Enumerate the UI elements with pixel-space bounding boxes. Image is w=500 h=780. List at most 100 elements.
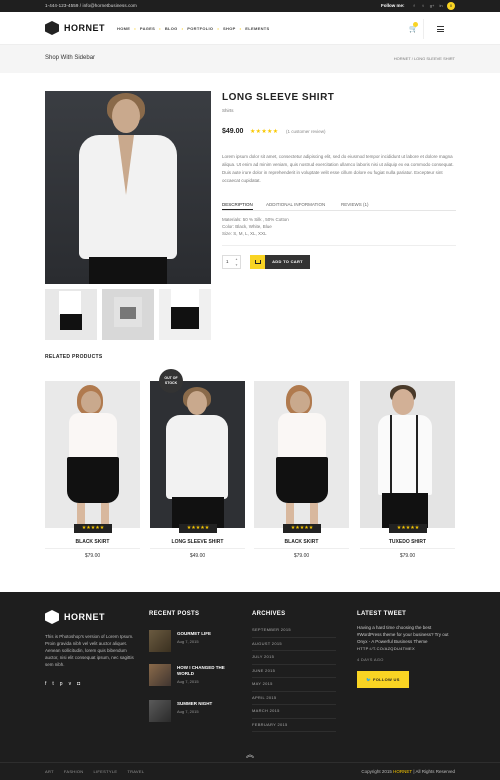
related-product-image[interactable] bbox=[360, 381, 455, 528]
top-bar: 1-444-123-4559 / info@hornetbusiness.com… bbox=[0, 0, 500, 12]
cart-icon[interactable]: 🛒 bbox=[409, 22, 418, 33]
twitter-icon[interactable]: t bbox=[52, 681, 53, 687]
tab-reviews[interactable]: REVIEWS (1) bbox=[341, 202, 369, 207]
breadcrumb[interactable]: HORNET / LONG SLEEVE SHIRT bbox=[394, 56, 455, 61]
header: HORNET HOME • PAGES • BLOG • PORTFOLIO • SHO… bbox=[0, 12, 500, 45]
follow-us-button[interactable]: 🐦 FOLLOW US bbox=[357, 671, 409, 688]
footer-link-lifestyle[interactable]: LIFESTYLE bbox=[94, 769, 118, 774]
product-specs: Materials: 50 % Silk , 50% Cotton Color:… bbox=[222, 216, 289, 237]
contact-info: 1-444-123-4559 / info@hornetbusiness.com bbox=[45, 3, 137, 8]
product-reviews-link[interactable]: (1 customer review) bbox=[286, 129, 326, 134]
flickr-icon[interactable]: ◘ bbox=[77, 681, 80, 687]
post-title[interactable]: HOW I CHANGED THE WORLD bbox=[177, 665, 237, 677]
twitter-icon[interactable]: t bbox=[419, 2, 427, 10]
recent-posts-title: RECENT POSTS bbox=[149, 611, 200, 617]
footer: HORNET This is Photoshop's version of Lo… bbox=[0, 592, 500, 780]
archive-link[interactable]: JUNE 2015 bbox=[252, 665, 336, 678]
footer-bottom-bar: ART FASHION LIFESTYLE TRAVEL Copyright 2… bbox=[0, 762, 500, 780]
post-thumbnail[interactable] bbox=[149, 664, 171, 686]
archive-link[interactable]: APRIL 2015 bbox=[252, 692, 336, 705]
logo[interactable]: HORNET bbox=[45, 21, 105, 35]
related-product-price: $79.00 bbox=[84, 553, 101, 559]
footer-link-travel[interactable]: TRAVEL bbox=[127, 769, 144, 774]
divider bbox=[222, 245, 456, 246]
quantity-stepper[interactable]: 1 ▲ ▼ bbox=[222, 255, 241, 269]
recent-post[interactable]: SUMMER NIGHT Aug 7, 2015 bbox=[149, 700, 239, 722]
pinterest-icon[interactable]: p bbox=[60, 681, 63, 687]
nav-elements[interactable]: ELEMENTS bbox=[245, 26, 269, 31]
product-price: $49.00 bbox=[222, 128, 244, 135]
cart-badge bbox=[413, 22, 418, 27]
product-category[interactable]: Shirts bbox=[222, 108, 234, 113]
product-description: Lorem ipsum dolor sit amet, consectetur … bbox=[222, 154, 454, 183]
archives-title: ARCHIVES bbox=[252, 611, 286, 617]
top-cart-count[interactable]: 0 bbox=[447, 2, 455, 10]
out-of-stock-badge: OUT OF STOCK bbox=[159, 369, 183, 393]
thumbnail-3[interactable] bbox=[159, 289, 211, 340]
follow-us-label: FOLLOW US bbox=[373, 677, 400, 682]
related-product-price: $79.00 bbox=[399, 553, 416, 559]
archive-link[interactable]: MAY 2015 bbox=[252, 678, 336, 692]
recent-post[interactable]: HOW I CHANGED THE WORLD Aug 7, 2015 bbox=[149, 664, 239, 686]
product-tabs: DESCRIPTION ADDITIONAL INFORMATION REVIE… bbox=[222, 200, 456, 211]
related-product-name[interactable]: BLACK SKIRT bbox=[254, 539, 349, 545]
vimeo-icon[interactable]: v bbox=[69, 681, 72, 687]
nav-home[interactable]: HOME bbox=[117, 26, 130, 31]
menu-icon[interactable] bbox=[437, 26, 444, 32]
footer-brand: HORNET bbox=[64, 612, 105, 622]
google-plus-icon[interactable]: g+ bbox=[428, 2, 436, 10]
product-main-image[interactable] bbox=[45, 91, 211, 284]
post-date: Aug 7, 2015 bbox=[177, 679, 199, 684]
rating-stars: ★★★★★ bbox=[389, 524, 427, 533]
twitter-icon: 🐦 bbox=[366, 677, 373, 682]
footer-about-text: This is Photoshop's version of Lorem Ips… bbox=[45, 634, 134, 667]
follow-me-label: Follow me: bbox=[381, 3, 405, 8]
related-product-name[interactable]: BLACK SKIRT bbox=[45, 539, 140, 545]
related-product-name[interactable]: LONG SLEEVE SHIRT bbox=[150, 539, 245, 545]
recent-post[interactable]: GOURMET LIFE Aug 7, 2015 bbox=[149, 630, 239, 652]
archive-link[interactable]: MARCH 2015 bbox=[252, 705, 336, 719]
quantity-value[interactable]: 1 bbox=[226, 259, 229, 264]
related-product-price: $79.00 bbox=[293, 553, 310, 559]
archive-link[interactable]: JULY 2015 bbox=[252, 651, 336, 665]
tweet-link[interactable]: HTTP://T.CO/AZQDU4TMEX bbox=[357, 646, 415, 651]
related-products-title: RELATED PRODUCTS bbox=[45, 354, 103, 360]
thumbnail-2[interactable] bbox=[102, 289, 154, 340]
footer-link-fashion[interactable]: FASHION bbox=[64, 769, 84, 774]
rating-stars: ★★★★★ bbox=[74, 524, 112, 533]
scroll-to-top-icon[interactable]: ︽ bbox=[246, 749, 254, 760]
nav-portfolio[interactable]: PORTFOLIO bbox=[187, 26, 213, 31]
nav-shop[interactable]: SHOP bbox=[223, 26, 236, 31]
thumbnail-1[interactable] bbox=[45, 289, 97, 340]
post-thumbnail[interactable] bbox=[149, 630, 171, 652]
copyright: Copyright 2015 HORNET | All Rights Reser… bbox=[361, 769, 455, 774]
archive-link[interactable]: FEBRUARY 2015 bbox=[252, 719, 336, 732]
footer-links: ART FASHION LIFESTYLE TRAVEL bbox=[45, 769, 154, 774]
related-product-image[interactable] bbox=[150, 381, 245, 528]
post-title[interactable]: SUMMER NIGHT bbox=[177, 701, 237, 707]
related-product-name[interactable]: TUXEDO SHIRT bbox=[360, 539, 455, 545]
linkedin-icon[interactable]: in bbox=[437, 2, 445, 10]
footer-link-art[interactable]: ART bbox=[45, 769, 54, 774]
quantity-up-icon[interactable]: ▲ bbox=[235, 257, 238, 261]
brand-name: HORNET bbox=[64, 23, 105, 33]
tab-description[interactable]: DESCRIPTION bbox=[222, 202, 253, 210]
footer-logo[interactable]: HORNET bbox=[45, 610, 105, 624]
facebook-icon[interactable]: f bbox=[410, 2, 418, 10]
related-product-image[interactable] bbox=[45, 381, 140, 528]
archive-link[interactable]: AUGUST 2015 bbox=[252, 638, 336, 651]
post-title[interactable]: GOURMET LIFE bbox=[177, 631, 237, 637]
related-product-image[interactable] bbox=[254, 381, 349, 528]
cart-icon-button[interactable] bbox=[250, 255, 265, 269]
add-to-cart-button[interactable]: ADD TO CART bbox=[265, 255, 310, 269]
nav-pages[interactable]: PAGES bbox=[140, 26, 155, 31]
copyright-brand[interactable]: HORNET bbox=[393, 769, 412, 774]
facebook-icon[interactable]: f bbox=[45, 681, 46, 687]
nav-blog[interactable]: BLOG bbox=[165, 26, 178, 31]
page-title: Shop With Sidebar bbox=[45, 55, 96, 61]
spec-size: Size: S, M, L, XL, XXL bbox=[222, 231, 267, 236]
tab-additional-information[interactable]: ADDITIONAL INFORMATION bbox=[266, 202, 325, 207]
archive-link[interactable]: SEPTEMBER 2015 bbox=[252, 624, 336, 638]
quantity-down-icon[interactable]: ▼ bbox=[235, 263, 238, 267]
post-thumbnail[interactable] bbox=[149, 700, 171, 722]
